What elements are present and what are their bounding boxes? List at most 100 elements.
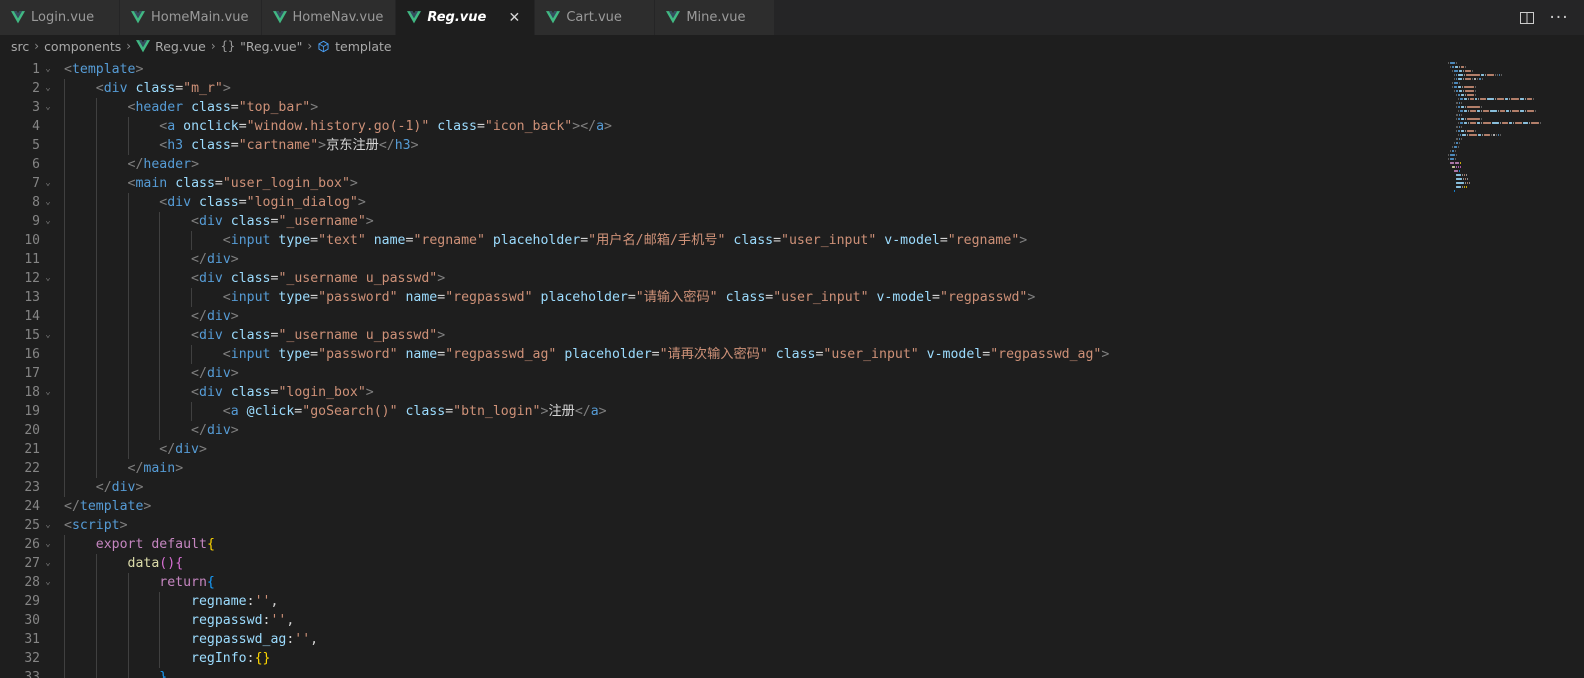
breadcrumb-item-src[interactable]: src <box>11 39 29 54</box>
code-token: a <box>167 119 176 134</box>
minimap-token <box>1454 66 1459 68</box>
editor-tab-reg-vue[interactable]: Reg.vue ✕ <box>396 0 536 35</box>
minimap-token <box>1525 110 1527 112</box>
fold-chevron-down-icon[interactable]: ⌄ <box>40 269 56 288</box>
split-editor-right-icon[interactable] <box>1516 7 1538 29</box>
fold-chevron-down-icon[interactable]: ⌄ <box>40 383 56 402</box>
code-text: } <box>56 668 167 678</box>
code-token: = <box>932 290 940 305</box>
code-token: class <box>437 119 477 134</box>
line-number: 31 <box>24 632 40 647</box>
fold-chevron-down-icon[interactable]: ⌄ <box>40 193 56 212</box>
code-line: 21 </div> <box>0 440 1446 459</box>
minimap-token <box>1467 130 1475 132</box>
minimap-token <box>1458 98 1460 100</box>
fold-chevron-down-icon[interactable]: ⌄ <box>40 79 56 98</box>
minimap-token <box>1457 166 1459 168</box>
minimap-token <box>1468 182 1470 184</box>
minimap-token <box>1461 174 1463 176</box>
fold-chevron-down-icon[interactable]: ⌄ <box>40 212 56 231</box>
minimap-token <box>1480 118 1482 120</box>
code-token: : <box>246 594 255 609</box>
code-token: > <box>230 252 239 267</box>
code-token: "login_dialog" <box>246 195 358 210</box>
breadcrumb-item-regvue[interactable]: Reg.vue <box>136 39 206 54</box>
editor-tab-mine-vue[interactable]: Mine.vue <box>655 0 776 35</box>
minimap[interactable] <box>1446 57 1570 678</box>
code-token: class <box>230 385 271 400</box>
fold-chevron-down-icon[interactable]: ⌄ <box>40 174 56 193</box>
code-token: < <box>95 81 104 96</box>
code-token: div <box>199 214 223 229</box>
code-text: <a onclick="window.history.go(-1)" class… <box>56 117 612 136</box>
code-token: > <box>175 461 184 476</box>
minimap-token <box>1505 110 1509 112</box>
editor-tab-cart-vue[interactable]: Cart.vue <box>535 0 656 35</box>
code-token: header <box>135 100 184 115</box>
code-token: main <box>143 461 176 476</box>
code-line: 29 regname:'', <box>0 592 1446 611</box>
minimap-token <box>1458 102 1461 104</box>
code-token: "login_box" <box>278 385 366 400</box>
tab-close-icon[interactable]: ✕ <box>506 10 522 26</box>
code-line: 18 ⌄ <div class="login_box"> <box>0 383 1446 402</box>
editor-tab-homenav-vue[interactable]: HomeNav.vue <box>261 0 397 35</box>
code-token: < <box>64 518 72 533</box>
code-token: "text" <box>318 233 366 248</box>
line-number: 12 <box>24 271 40 286</box>
vscode-window: Login.vue HomeMain.vue HomeNav.vue Reg.vue ✕… <box>0 0 1584 678</box>
code-text: regpasswd_ag:'', <box>56 630 318 649</box>
fold-chevron-down-icon[interactable]: ⌄ <box>40 516 56 535</box>
minimap-token <box>1494 98 1496 100</box>
fold-chevron-down-icon[interactable]: ⌄ <box>40 326 56 345</box>
minimap-token <box>1459 142 1461 144</box>
editor-area: 1 ⌄ <template> 2 ⌄ <div class="m_r"> 3 ⌄ <head… <box>0 57 1584 678</box>
minimap-token <box>1463 186 1465 188</box>
line-number: 30 <box>24 613 40 628</box>
code-token: div <box>199 385 223 400</box>
line-number: 32 <box>24 651 40 666</box>
minimap-token <box>1481 78 1483 80</box>
code-token: class <box>230 214 271 229</box>
minimap-token <box>1454 78 1456 80</box>
code-token: > <box>230 366 239 381</box>
breadcrumb-item-template[interactable]: template <box>317 39 392 54</box>
tab-label: HomeMain.vue <box>151 10 249 25</box>
editor-tab-login-vue[interactable]: Login.vue <box>0 0 120 35</box>
fold-chevron-down-icon[interactable]: ⌄ <box>40 554 56 573</box>
code-editor[interactable]: 1 ⌄ <template> 2 ⌄ <div class="m_r"> 3 ⌄ <head… <box>0 57 1446 678</box>
overview-ruler-scrollbar[interactable] <box>1570 57 1584 678</box>
breadcrumb-separator: › <box>307 39 313 53</box>
minimap-token <box>1494 74 1496 76</box>
minimap-token <box>1454 86 1457 88</box>
minimap-token <box>1456 126 1458 128</box>
code-token: = <box>310 347 319 362</box>
fold-chevron-down-icon[interactable]: ⌄ <box>40 60 56 79</box>
fold-chevron-down-icon[interactable]: ⌄ <box>40 535 56 554</box>
code-token: "m_r" <box>183 81 223 96</box>
fold-chevron-down-icon[interactable]: ⌄ <box>40 98 56 117</box>
minimap-token <box>1508 122 1512 124</box>
minimap-token <box>1482 110 1490 112</box>
code-token: </ <box>127 157 144 172</box>
code-token: "user_input" <box>781 233 877 248</box>
editor-tab-homemain-vue[interactable]: HomeMain.vue <box>120 0 262 35</box>
minimap-token <box>1467 98 1469 100</box>
more-actions-icon[interactable]: ··· <box>1548 7 1570 29</box>
line-number: 24 <box>24 499 40 514</box>
minimap-token <box>1456 106 1458 108</box>
code-text: </div> <box>56 364 239 383</box>
minimap-token <box>1455 166 1457 168</box>
code-token: } <box>159 670 168 678</box>
code-token: div <box>206 423 231 438</box>
fold-chevron-down-icon[interactable]: ⌄ <box>40 573 56 592</box>
breadcrumb-item-regvue[interactable]: {} "Reg.vue" <box>221 39 303 54</box>
line-number: 3 <box>32 100 40 115</box>
code-token: < <box>191 271 199 286</box>
code-token: "btn_login" <box>453 404 541 419</box>
breadcrumb-item-components[interactable]: components <box>44 39 121 54</box>
code-text: <input type="password" name="regpasswd_a… <box>56 345 1109 364</box>
